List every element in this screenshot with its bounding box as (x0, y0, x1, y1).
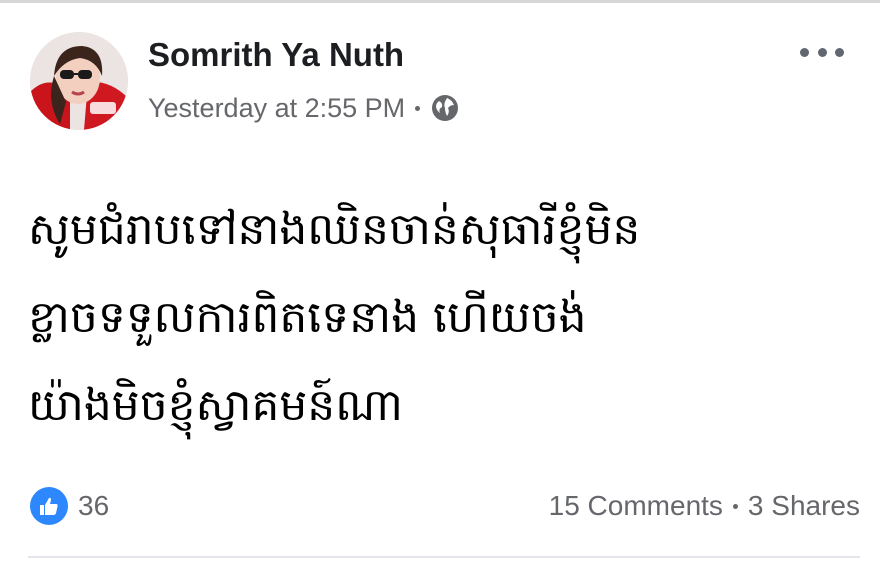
engagement-separator (732, 503, 738, 509)
post-body-line: ខ្លាចទទួលការពិតទេនាង ហើយចង់ (28, 292, 587, 343)
meta-separator (415, 105, 421, 111)
globe-icon[interactable] (430, 93, 460, 123)
engagement-summary: 15 Comments 3 Shares (549, 486, 860, 526)
bottom-divider (28, 556, 860, 558)
more-dot-icon (835, 47, 844, 57)
post-body-line: សូមជំរាបទៅនាងឈិនចាន់សុធារីខ្ញុំមិន (28, 204, 641, 255)
avatar[interactable] (30, 32, 128, 130)
author-name[interactable]: Somrith Ya Nuth (148, 36, 404, 74)
post-timestamp[interactable]: Yesterday at 2:55 PM (148, 93, 405, 124)
reaction-count: 36 (78, 490, 110, 521)
more-options-button[interactable] (800, 38, 844, 66)
post-body-line: យ៉ាងមិចខ្ញុំស្វាគមន៍ណា (28, 380, 403, 431)
top-divider (0, 0, 880, 3)
comments-link[interactable]: 15 Comments (549, 490, 723, 522)
reactions-summary[interactable]: 36 (30, 486, 109, 526)
shares-link[interactable]: 3 Shares (748, 490, 860, 522)
post-meta: Yesterday at 2:55 PM (148, 90, 460, 126)
more-dot-icon (800, 47, 809, 57)
facebook-post: Somrith Ya Nuth Yesterday at 2:55 PM សូម… (0, 0, 880, 564)
more-dot-icon (817, 47, 827, 57)
like-icon (30, 487, 68, 525)
post-body: សូមជំរាបទៅនាងឈិនចាន់សុធារីខ្ញុំមិន ខ្លាច… (28, 186, 848, 450)
